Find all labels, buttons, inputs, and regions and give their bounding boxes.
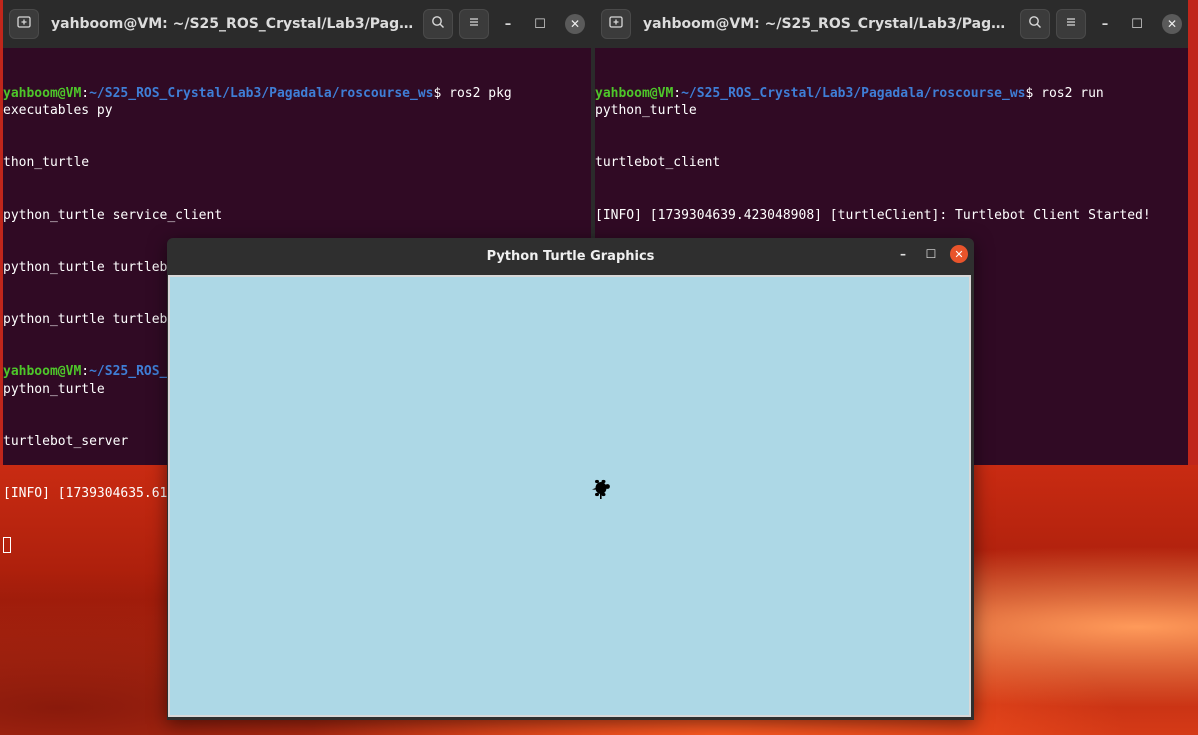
new-tab-icon	[609, 15, 623, 33]
prompt-separator: :	[81, 364, 90, 380]
turtle-window-titlebar[interactable]: Python Turtle Graphics – ☐ ✕	[167, 238, 974, 274]
terminal-title: yahboom@VM: ~/S25_ROS_Crystal/Lab3/Pagad…	[643, 16, 1020, 32]
close-button[interactable]: ✕	[950, 245, 968, 263]
new-tab-button[interactable]	[601, 9, 631, 39]
minimize-button[interactable]: –	[1092, 11, 1118, 37]
turtle-icon	[592, 479, 610, 499]
prompt-user: yahboom@VM	[3, 364, 82, 380]
desktop-edge	[1188, 0, 1198, 465]
maximize-button[interactable]: ☐	[1124, 11, 1150, 37]
turtle-graphics-window[interactable]: Python Turtle Graphics – ☐ ✕	[167, 238, 974, 720]
new-tab-icon	[17, 15, 31, 33]
search-icon	[1028, 15, 1042, 33]
prompt-path: ~/S25_ROS_Crystal/Lab3/Pagadala/roscours…	[89, 85, 434, 101]
menu-button[interactable]	[1056, 9, 1086, 39]
terminal-title: yahboom@VM: ~/S25_ROS_Crystal/Lab3/Pagad…	[51, 16, 423, 32]
maximize-button[interactable]: ☐	[922, 247, 940, 261]
minimize-icon: –	[900, 247, 906, 261]
turtle-canvas[interactable]	[168, 275, 971, 717]
close-icon: ✕	[954, 247, 964, 261]
hamburger-menu-icon	[1065, 16, 1077, 32]
minimize-icon: –	[1101, 16, 1109, 32]
maximize-button[interactable]: ☐	[527, 11, 553, 37]
terminal-titlebar[interactable]: yahboom@VM: ~/S25_ROS_Crystal/Lab3/Pagad…	[3, 0, 591, 48]
hamburger-menu-icon	[468, 16, 480, 32]
terminal-line: [INFO] [1739304639.423048908] [turtleCli…	[595, 207, 1151, 223]
terminal-line: thon_turtle	[3, 155, 90, 171]
terminal-line: turtlebot_client	[595, 155, 721, 171]
maximize-icon: ☐	[1131, 16, 1143, 32]
minimize-button[interactable]: –	[495, 11, 521, 37]
new-tab-button[interactable]	[9, 9, 39, 39]
terminal-line: yahboom@VM:~/S25_ROS_Crystal/Lab3/Pagada…	[595, 85, 1188, 120]
close-button[interactable]: ✕	[565, 14, 585, 34]
maximize-icon: ☐	[534, 16, 546, 32]
terminal-line: python_turtle service_client	[3, 207, 223, 223]
close-button[interactable]: ✕	[1162, 14, 1182, 34]
search-button[interactable]	[1020, 9, 1050, 39]
search-button[interactable]	[423, 9, 453, 39]
minimize-button[interactable]: –	[894, 247, 912, 261]
prompt-path: ~/S25_ROS_Crystal/Lab3/Pagadala/roscours…	[681, 85, 1026, 101]
prompt-user: yahboom@VM	[595, 85, 674, 101]
prompt-separator: :	[81, 85, 90, 101]
minimize-icon: –	[504, 16, 512, 32]
search-icon	[431, 15, 445, 33]
terminal-line: yahboom@VM:~/S25_ROS_Crystal/Lab3/Pagada…	[3, 85, 591, 120]
close-icon: ✕	[1166, 17, 1178, 31]
turtle-window-title: Python Turtle Graphics	[486, 248, 655, 264]
menu-button[interactable]	[459, 9, 489, 39]
maximize-icon: ☐	[925, 247, 937, 261]
prompt-user: yahboom@VM	[3, 85, 82, 101]
close-icon: ✕	[569, 17, 581, 31]
terminal-cursor	[3, 537, 11, 554]
terminal-titlebar[interactable]: yahboom@VM: ~/S25_ROS_Crystal/Lab3/Pagad…	[595, 0, 1188, 48]
prompt-separator: :	[673, 85, 682, 101]
